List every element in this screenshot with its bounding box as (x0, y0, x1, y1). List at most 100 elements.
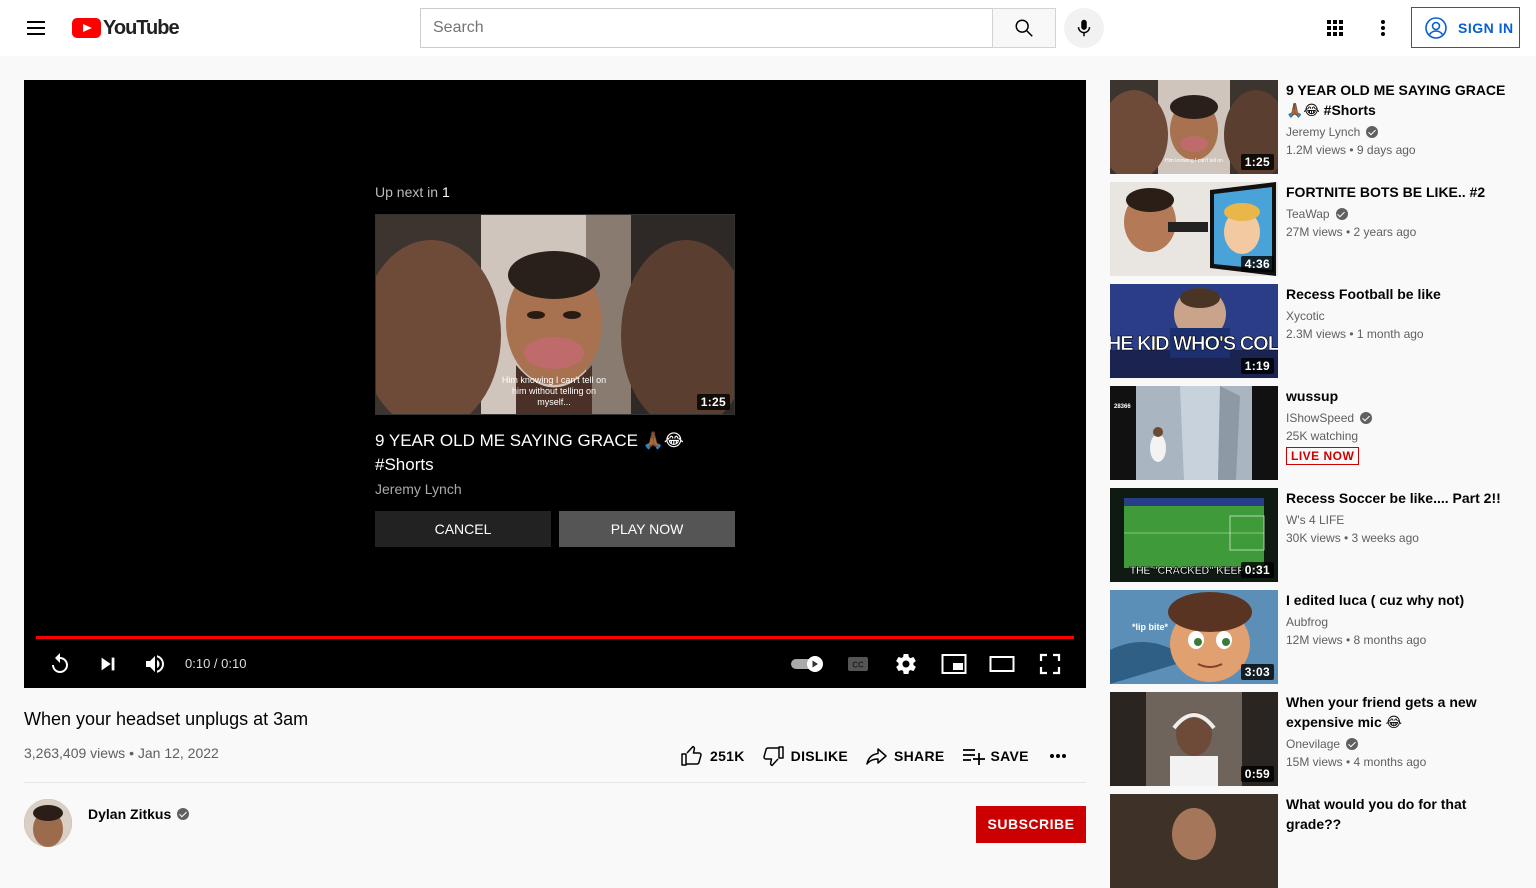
voice-search-button[interactable] (1064, 8, 1104, 48)
miniplayer-button[interactable] (936, 648, 972, 680)
next-button[interactable] (90, 648, 126, 680)
save-button[interactable]: SAVE (953, 738, 1037, 774)
up-next-label: Up next in (375, 184, 439, 200)
video-thumbnail-image: 28366 (1110, 386, 1278, 480)
theater-mode-icon (989, 656, 1015, 672)
youtube-logo[interactable]: YouTube (72, 16, 180, 39)
video-info: Recess Football be like Xycotic 2.3M views… (1286, 284, 1512, 343)
sign-in-button[interactable]: SIGN IN (1411, 7, 1520, 48)
channel-name-text: Jeremy Lynch (1286, 125, 1361, 139)
fullscreen-button[interactable] (1032, 648, 1068, 680)
recommended-video[interactable]: Him knowing I can't tell on 1:25 9 YEAR OL… (1110, 80, 1512, 174)
apps-grid-icon (1327, 20, 1343, 36)
duration-badge: 1:25 (696, 394, 730, 410)
like-count: 251K (710, 748, 745, 764)
play-now-button[interactable]: PLAY NOW (559, 511, 735, 547)
video-thumbnail[interactable]: THE KID WHO'S COLD 1:19 (1110, 284, 1278, 378)
like-button[interactable]: 251K (672, 738, 753, 774)
video-title[interactable]: Recess Soccer be like.... Part 2!! (1286, 488, 1512, 508)
video-info: What would you do for that grade?? (1286, 794, 1512, 834)
replay-button[interactable] (42, 648, 78, 680)
verified-icon (1360, 412, 1373, 424)
recommended-video[interactable]: What would you do for that grade?? (1110, 794, 1512, 888)
thumbs-down-icon (762, 746, 784, 767)
up-next-thumbnail[interactable]: Him knowing I can't tell on him without … (375, 214, 735, 415)
recommended-video[interactable]: 4:36 FORTNITE BOTS BE LIKE.. #2 TeaWap 27M … (1110, 182, 1512, 276)
video-info: 9 YEAR OLD ME SAYING GRACE 🙏🏾😂 #Shorts Je… (1286, 80, 1512, 159)
channel-name[interactable]: IShowSpeed (1286, 409, 1512, 427)
player-controls: 0:10 / 0:10 CC (24, 644, 1086, 684)
theater-mode-button[interactable] (984, 648, 1020, 680)
channel-name[interactable]: W's 4 LIFE (1286, 511, 1512, 529)
verified-icon (1366, 126, 1379, 138)
channel-name[interactable]: Onevilage (1286, 735, 1512, 753)
channel-name[interactable]: Dylan Zitkus (88, 806, 190, 822)
fullscreen-icon (1039, 653, 1061, 675)
progress-bar[interactable] (36, 636, 1074, 639)
video-thumbnail[interactable]: *lip bite* 3:03 (1110, 590, 1278, 684)
duration-badge: 0:59 (1240, 766, 1274, 782)
channel-name[interactable]: Aubfrog (1286, 613, 1512, 631)
masthead: YouTube SIGN IN (0, 0, 1536, 56)
video-thumbnail[interactable] (1110, 794, 1278, 888)
more-actions-button[interactable] (1037, 738, 1085, 774)
settings-more-button[interactable] (1363, 8, 1403, 48)
video-thumbnail[interactable]: 4:36 (1110, 182, 1278, 276)
channel-name-text: Dylan Zitkus (88, 806, 172, 822)
apps-button[interactable] (1315, 8, 1355, 48)
subtitles-button[interactable]: CC (840, 648, 876, 680)
video-title[interactable]: When your friend gets a new expensive mi… (1286, 692, 1512, 732)
share-button[interactable]: SHARE (856, 738, 953, 774)
video-stats: 1.2M views • 9 days ago (1286, 143, 1416, 157)
logo-text: YouTube (103, 16, 180, 39)
autoplay-toggle[interactable] (787, 648, 827, 680)
video-title[interactable]: 9 YEAR OLD ME SAYING GRACE 🙏🏾😂 #Shorts (1286, 80, 1512, 120)
video-title: When your headset unplugs at 3am (24, 709, 309, 729)
channel-name[interactable]: Xycotic (1286, 307, 1512, 325)
channel-name[interactable]: TeaWap (1286, 205, 1512, 223)
recommended-video[interactable]: THE "CRACKED" KEEPER 0:31 Recess Soccer be… (1110, 488, 1512, 582)
gear-icon (896, 654, 916, 674)
video-stats: 2.3M views • 1 month ago (1286, 327, 1424, 341)
divider (24, 782, 1086, 783)
subscribe-button[interactable]: SUBSCRIBE (976, 806, 1086, 843)
dislike-button[interactable]: DISLIKE (753, 738, 856, 774)
duration-badge: 0:31 (1240, 562, 1274, 578)
menu-icon[interactable] (24, 16, 48, 40)
recommended-video[interactable]: *lip bite* 3:03 I edited luca ( cuz why no… (1110, 590, 1512, 684)
search-input[interactable] (421, 9, 992, 47)
video-stats: 12M views • 8 months ago (1286, 633, 1427, 647)
video-title[interactable]: FORTNITE BOTS BE LIKE.. #2 (1286, 182, 1512, 202)
video-player[interactable]: Up next in 1 Him knowing I can't tell on… (24, 80, 1086, 688)
video-title[interactable]: What would you do for that grade?? (1286, 794, 1512, 834)
verified-icon (1346, 738, 1359, 750)
video-thumbnail[interactable]: Him knowing I can't tell on 1:25 (1110, 80, 1278, 174)
video-title[interactable]: Recess Football be like (1286, 284, 1512, 304)
up-next-countdown: Up next in 1 (375, 184, 735, 200)
up-next-title[interactable]: 9 YEAR OLD ME SAYING GRACE 🙏🏾😂 #Shorts (375, 429, 735, 477)
video-thumbnail[interactable]: 28366 (1110, 386, 1278, 480)
video-thumbnail[interactable]: THE "CRACKED" KEEPER 0:31 (1110, 488, 1278, 582)
svg-text:Him knowing I can't tell on: Him knowing I can't tell on (502, 375, 606, 385)
recommended-video[interactable]: 0:59 When your friend gets a new expensiv… (1110, 692, 1512, 786)
video-title[interactable]: wussup (1286, 386, 1512, 406)
duration-badge: 4:36 (1240, 256, 1274, 272)
settings-button[interactable] (888, 648, 924, 680)
replay-icon (52, 653, 68, 673)
recommended-video[interactable]: 28366 wussup IShowSpeed 25K watching LIVE NO… (1110, 386, 1512, 480)
playlist-add-icon (962, 749, 985, 765)
cancel-autoplay-button[interactable]: CANCEL (375, 511, 551, 547)
channel-name[interactable]: Jeremy Lynch (1286, 123, 1512, 141)
mute-button[interactable] (137, 648, 173, 680)
recommended-video[interactable]: THE KID WHO'S COLD 1:19 Recess Football be… (1110, 284, 1512, 378)
channel-name-text: W's 4 LIFE (1286, 513, 1345, 527)
video-view-count-date: 3,263,409 views • Jan 12, 2022 (24, 745, 219, 761)
channel-avatar[interactable] (24, 799, 72, 847)
video-title[interactable]: I edited luca ( cuz why not) (1286, 590, 1512, 610)
video-stats: 27M views • 2 years ago (1286, 225, 1417, 239)
svg-text:28366: 28366 (1114, 404, 1131, 410)
search-icon (1015, 19, 1033, 37)
autoplay-toggle-icon (791, 656, 823, 672)
search-button[interactable] (992, 8, 1056, 48)
video-thumbnail[interactable]: 0:59 (1110, 692, 1278, 786)
